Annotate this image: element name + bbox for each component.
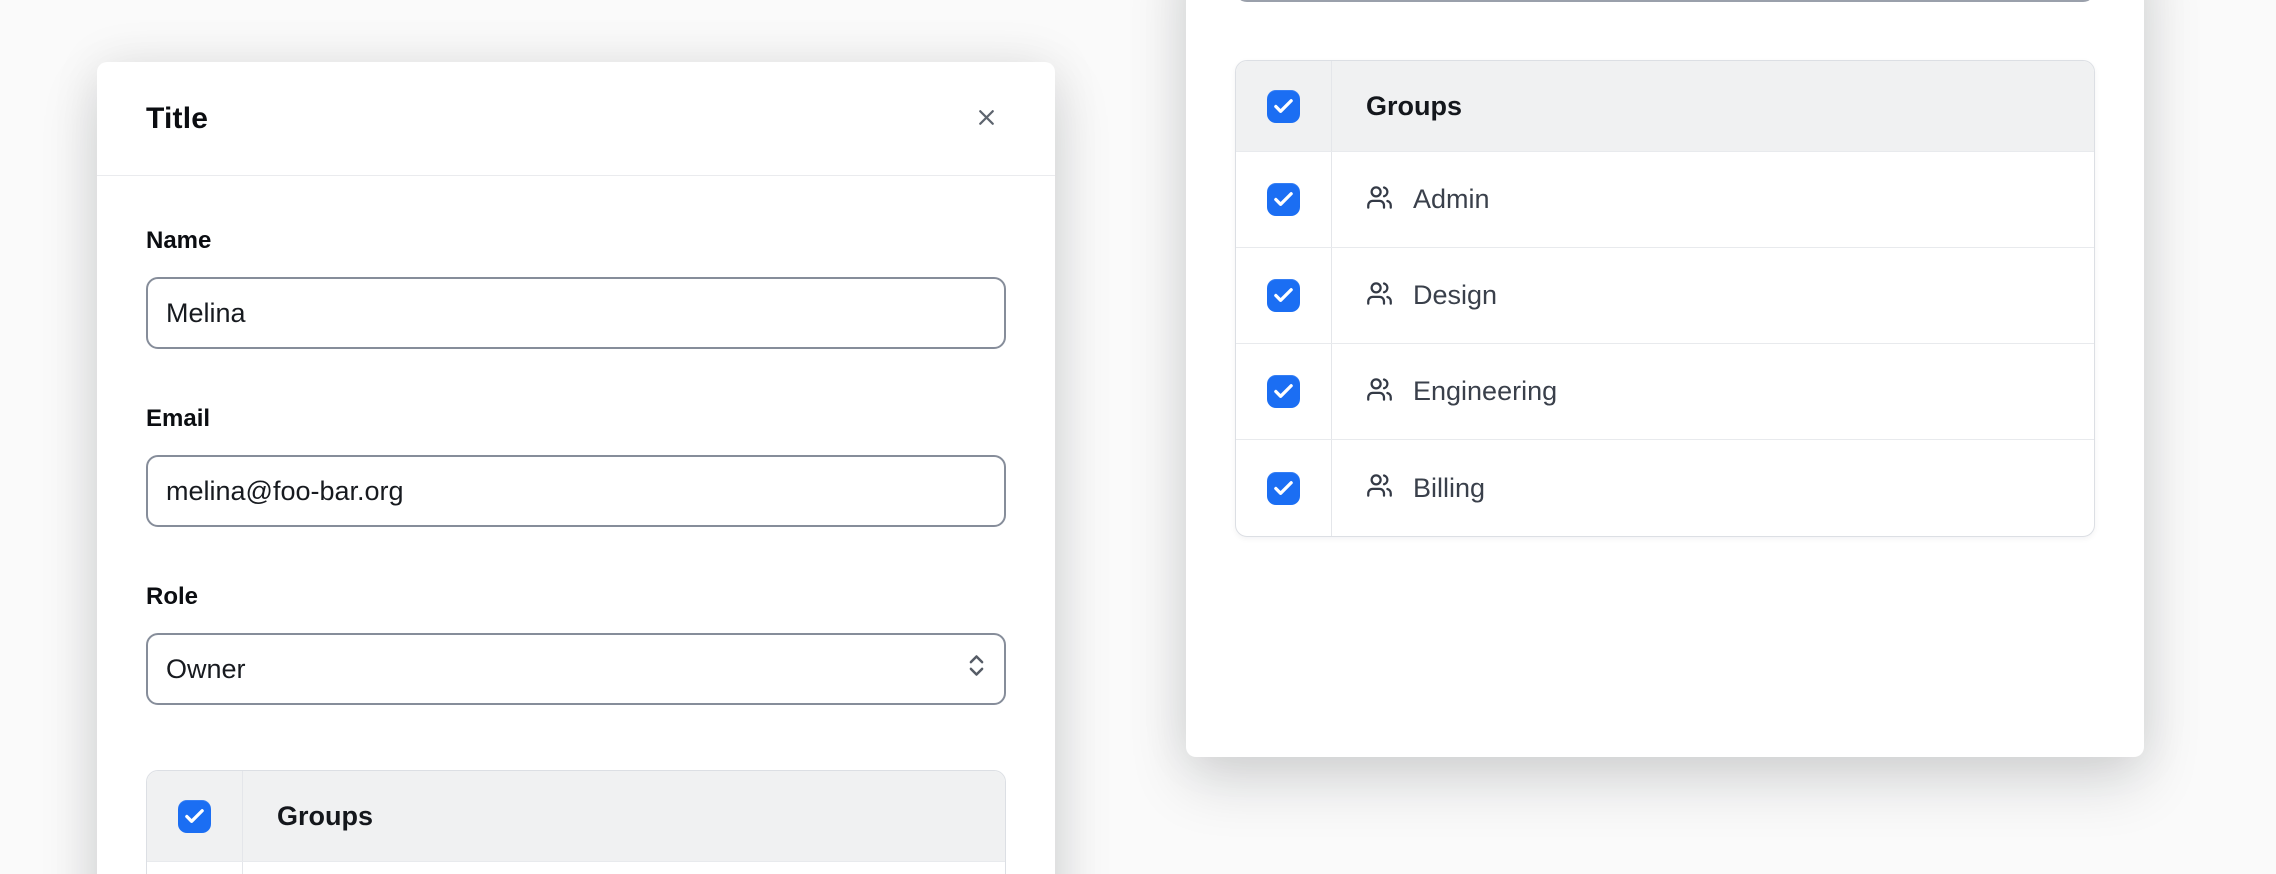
name-label: Name (146, 227, 1006, 255)
check-icon (1272, 380, 1295, 403)
check-icon (1272, 284, 1295, 307)
groups-header-label: Groups (277, 801, 373, 832)
dialog-header: Title (97, 62, 1055, 176)
chevrons-up-down-icon (963, 652, 990, 686)
row-check-cell (1236, 248, 1332, 343)
group-row-label: Engineering (1413, 376, 1557, 407)
check-icon (183, 805, 206, 828)
role-select[interactable]: Owner (146, 633, 1006, 705)
row-label-cell: Design (1332, 248, 2094, 343)
header-label-cell: Groups (1332, 61, 2094, 151)
row-label-cell: Admin (1332, 152, 2094, 247)
role-select-cutoff[interactable] (1235, 0, 2095, 2)
row-label-cell: Engineering (1332, 344, 2094, 439)
users-icon (1366, 184, 1393, 216)
row-checkbox[interactable] (1267, 375, 1300, 408)
row-check-cell (1236, 152, 1332, 247)
header-label-cell: Groups (243, 771, 1005, 861)
group-row-label: Design (1413, 280, 1497, 311)
table-row[interactable]: Billing (1236, 440, 2094, 536)
table-row[interactable]: Design (1236, 248, 2094, 344)
users-icon (1366, 280, 1393, 312)
users-icon (1366, 472, 1393, 504)
screenshot-root: Title Name Email Role Owner (0, 0, 2276, 874)
select-all-checkbox[interactable] (1267, 90, 1300, 123)
user-edit-dialog: Title Name Email Role Owner (97, 62, 1055, 874)
dialog-title: Title (146, 102, 208, 136)
row-label-cell: Billing (1332, 440, 2094, 536)
row-checkbox[interactable] (1267, 279, 1300, 312)
check-icon (1272, 95, 1295, 118)
table-row[interactable]: Admin (1236, 152, 2094, 248)
name-input[interactable] (146, 277, 1006, 349)
users-icon (1366, 376, 1393, 408)
header-check-cell (147, 771, 243, 861)
groups-table-header-row: Groups (1236, 61, 2094, 152)
table-row[interactable] (147, 862, 1005, 874)
groups-header-label: Groups (1366, 91, 1462, 122)
groups-table-header-row: Groups (147, 771, 1005, 862)
x-icon (974, 105, 999, 133)
check-icon (1272, 188, 1295, 211)
row-checkbox[interactable] (1267, 472, 1300, 505)
row-checkbox[interactable] (1267, 183, 1300, 216)
email-label: Email (146, 405, 1006, 433)
groups-table-preview: Groups (146, 770, 1006, 874)
dialog-body: Name Email Role Owner (97, 176, 1055, 874)
row-check-cell (1236, 344, 1332, 439)
table-row[interactable]: Engineering (1236, 344, 2094, 440)
close-button[interactable] (966, 99, 1006, 139)
groups-table-body: Admin Design (1236, 152, 2094, 536)
header-check-cell (1236, 61, 1332, 151)
role-field-group: Role Owner (146, 583, 1006, 705)
row-check-cell (1236, 440, 1332, 536)
group-row-label: Admin (1413, 184, 1490, 215)
select-all-checkbox[interactable] (178, 800, 211, 833)
group-row-label: Billing (1413, 473, 1485, 504)
user-edit-dialog-scrolled: Groups Admin (1186, 0, 2144, 757)
email-input[interactable] (146, 455, 1006, 527)
groups-table: Groups Admin (1235, 60, 2095, 537)
email-field-group: Email (146, 405, 1006, 527)
name-field-group: Name (146, 227, 1006, 349)
check-icon (1272, 477, 1295, 500)
role-label: Role (146, 583, 1006, 611)
role-select-value: Owner (166, 654, 246, 685)
